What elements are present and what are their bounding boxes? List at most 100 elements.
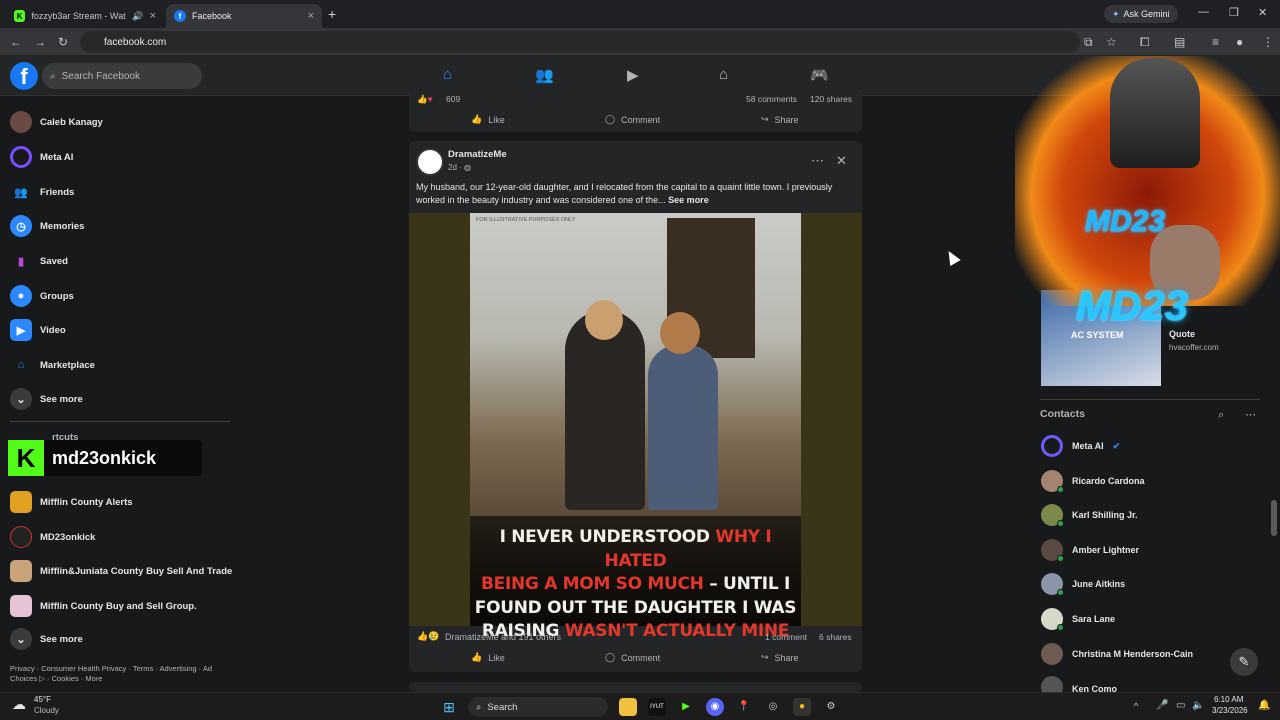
tray-chevron-icon[interactable]: ^ xyxy=(1134,701,1138,711)
window-close-icon[interactable]: ✕ xyxy=(1258,6,1267,19)
meta-ai-icon xyxy=(1041,435,1063,457)
contact-item[interactable]: Sara Lane xyxy=(1041,605,1115,633)
maximize-icon[interactable]: ❐ xyxy=(1229,6,1239,19)
like-button[interactable]: 👍 Like xyxy=(471,114,505,125)
post-time-label: 2d · xyxy=(448,163,462,172)
facebook-logo-icon[interactable]: f xyxy=(10,62,38,90)
contact-item[interactable]: Meta AI ✔ xyxy=(1041,432,1120,460)
search-input[interactable]: ⌕ Search Facebook xyxy=(42,63,202,89)
shortcut-md23onkick[interactable]: MD23onkick xyxy=(10,522,95,552)
contact-item[interactable]: Amber Lightner xyxy=(1041,536,1139,564)
profile-avatar[interactable]: ● xyxy=(1236,35,1243,49)
share-count[interactable]: 120 shares xyxy=(810,94,852,104)
photo-girl xyxy=(648,345,718,510)
hide-post-icon[interactable]: ✕ xyxy=(836,153,847,169)
address-bar[interactable]: facebook.com xyxy=(80,31,1080,53)
taskbar-search[interactable]: ⌕ Search xyxy=(468,697,608,717)
post-author[interactable]: DramatizeMe xyxy=(448,149,507,160)
close-tab-icon[interactable]: × xyxy=(308,10,314,22)
contact-item[interactable]: Karl Shilling Jr. xyxy=(1041,501,1138,529)
sidebar-item-marketplace[interactable]: ⌂ Marketplace xyxy=(10,350,95,380)
sidebar-item-groups[interactable]: ● Groups xyxy=(10,281,74,311)
bookmark-star-icon[interactable]: ☆ xyxy=(1106,35,1117,49)
cast-icon[interactable]: ⧉ xyxy=(1084,35,1093,50)
ask-gemini-button[interactable]: ✦ Ask Gemini xyxy=(1104,5,1178,23)
post-share-button[interactable]: ↪ Share xyxy=(761,652,799,663)
tab-kick-stream[interactable]: K fozzyb3ar Stream - Watch L 🔊 × xyxy=(6,4,164,28)
sidepanel-icon[interactable]: ▤ xyxy=(1174,35,1185,49)
clock-date[interactable]: 3/23/2026 xyxy=(1212,706,1248,715)
shortcuts-see-more[interactable]: ⌄ See more xyxy=(10,624,83,654)
shortcut-mifflin-alerts[interactable]: Mifflin County Alerts xyxy=(10,487,133,517)
kick-app-icon[interactable]: ▶ xyxy=(677,698,695,716)
home-icon[interactable]: ⌂ xyxy=(443,66,452,83)
comment-count[interactable]: 58 comments xyxy=(746,94,797,104)
sidebar-item-video[interactable]: ▶ Video xyxy=(10,315,66,345)
app-icon[interactable]: IYUT xyxy=(648,698,666,716)
contacts-options-icon[interactable]: ⋯ xyxy=(1245,408,1256,421)
sidebar-item-saved[interactable]: ▮ Saved xyxy=(10,246,68,276)
more-options-icon[interactable]: ⋯ xyxy=(811,153,824,169)
sidebar-see-more[interactable]: ⌄ See more xyxy=(10,384,83,414)
ad-title[interactable]: Quote xyxy=(1169,329,1195,339)
gaming-nav-icon[interactable]: 🎮 xyxy=(810,66,829,84)
extensions-icon[interactable]: ⧠ xyxy=(1140,35,1150,50)
sidebar-item-memories[interactable]: ◷ Memories xyxy=(10,211,84,241)
close-tab-icon[interactable]: × xyxy=(150,10,156,22)
post-reaction-summary[interactable]: DramatizeMe and 191 others xyxy=(445,632,561,642)
comment-button[interactable]: ◯ Comment xyxy=(605,114,660,125)
ad-domain[interactable]: hvacoffer.com xyxy=(1169,343,1219,352)
marketplace-nav-icon[interactable]: ⌂ xyxy=(719,66,728,83)
taskbar-search-label: Search xyxy=(487,701,518,713)
app-icon[interactable]: ◎ xyxy=(764,698,782,716)
network-icon[interactable]: ▭ xyxy=(1176,700,1185,711)
sidebar-item-label: Meta AI xyxy=(40,151,74,163)
new-tab-icon[interactable]: + xyxy=(328,6,336,22)
friends-nav-icon[interactable]: 👥 xyxy=(535,66,554,84)
contact-item[interactable]: Christina M Henderson-Cain xyxy=(1041,640,1193,668)
minimize-icon[interactable]: — xyxy=(1198,6,1209,18)
share-button[interactable]: ↪ Share xyxy=(761,114,799,125)
microphone-icon[interactable]: 🎤 xyxy=(1156,700,1168,711)
menu-icon[interactable]: ⋮ xyxy=(1262,35,1274,49)
new-message-icon[interactable]: ✎ xyxy=(1230,648,1258,676)
sidebar-item-meta-ai[interactable]: Meta AI xyxy=(10,142,73,172)
post-time[interactable]: 2d · ◍ xyxy=(448,163,471,172)
weather-temp[interactable]: 45°F xyxy=(34,695,51,704)
page-avatar[interactable] xyxy=(416,148,444,176)
post-share-count[interactable]: 6 shares xyxy=(819,632,852,642)
notifications-icon[interactable]: 🔔 xyxy=(1258,700,1270,711)
scrollbar-thumb[interactable] xyxy=(1271,500,1277,536)
tab-facebook[interactable]: f Facebook × xyxy=(166,4,322,28)
chevron-down-icon: ⌄ xyxy=(10,388,32,410)
search-contacts-icon[interactable]: ⌕ xyxy=(1218,409,1224,422)
clock-time[interactable]: 6:10 AM xyxy=(1214,695,1243,704)
post-comment-count[interactable]: 1 comment xyxy=(765,632,807,642)
footer-links[interactable]: Privacy · Consumer Health Privacy · Term… xyxy=(10,664,230,684)
post-comment-button[interactable]: ◯ Comment xyxy=(605,652,660,663)
see-more-link[interactable]: See more xyxy=(668,195,709,205)
reaction-count[interactable]: 609 xyxy=(446,94,460,104)
back-icon[interactable]: ← xyxy=(10,35,22,49)
sidebar-item-profile[interactable]: Caleb Kanagy xyxy=(10,107,103,137)
shortcut-mifflin-buy-sell[interactable]: Mifflin County Buy and Sell Group. xyxy=(10,591,197,621)
speaker-icon[interactable]: 🔊 xyxy=(132,11,143,22)
post-like-button[interactable]: 👍 Like xyxy=(471,652,505,663)
map-pin-icon[interactable]: 📍 xyxy=(735,698,753,716)
media-icon[interactable]: ≡ xyxy=(1212,35,1219,49)
windows-start-icon[interactable]: ⊞ xyxy=(440,698,458,716)
volume-icon[interactable]: 🔈 xyxy=(1192,700,1204,711)
weather-desc[interactable]: Cloudy xyxy=(34,706,59,715)
discord-icon[interactable]: ◉ xyxy=(706,698,724,716)
forward-icon[interactable]: → xyxy=(34,35,46,49)
chrome-icon[interactable]: ● xyxy=(793,698,811,716)
settings-gear-icon[interactable]: ⚙ xyxy=(822,698,840,716)
video-nav-icon[interactable]: ▶ xyxy=(627,66,639,84)
contact-item[interactable]: Ricardo Cardona xyxy=(1041,467,1145,495)
contact-item[interactable]: June Aitkins xyxy=(1041,570,1125,598)
shortcut-mifflin-juniata[interactable]: Mifflin&Juniata County Buy Sell And Trad… xyxy=(10,556,232,586)
reload-icon[interactable]: ↻ xyxy=(58,35,68,49)
file-explorer-icon[interactable] xyxy=(619,698,637,716)
sidebar-item-friends[interactable]: 👥 Friends xyxy=(10,177,74,207)
contact-item[interactable]: Ken Como xyxy=(1041,674,1117,692)
